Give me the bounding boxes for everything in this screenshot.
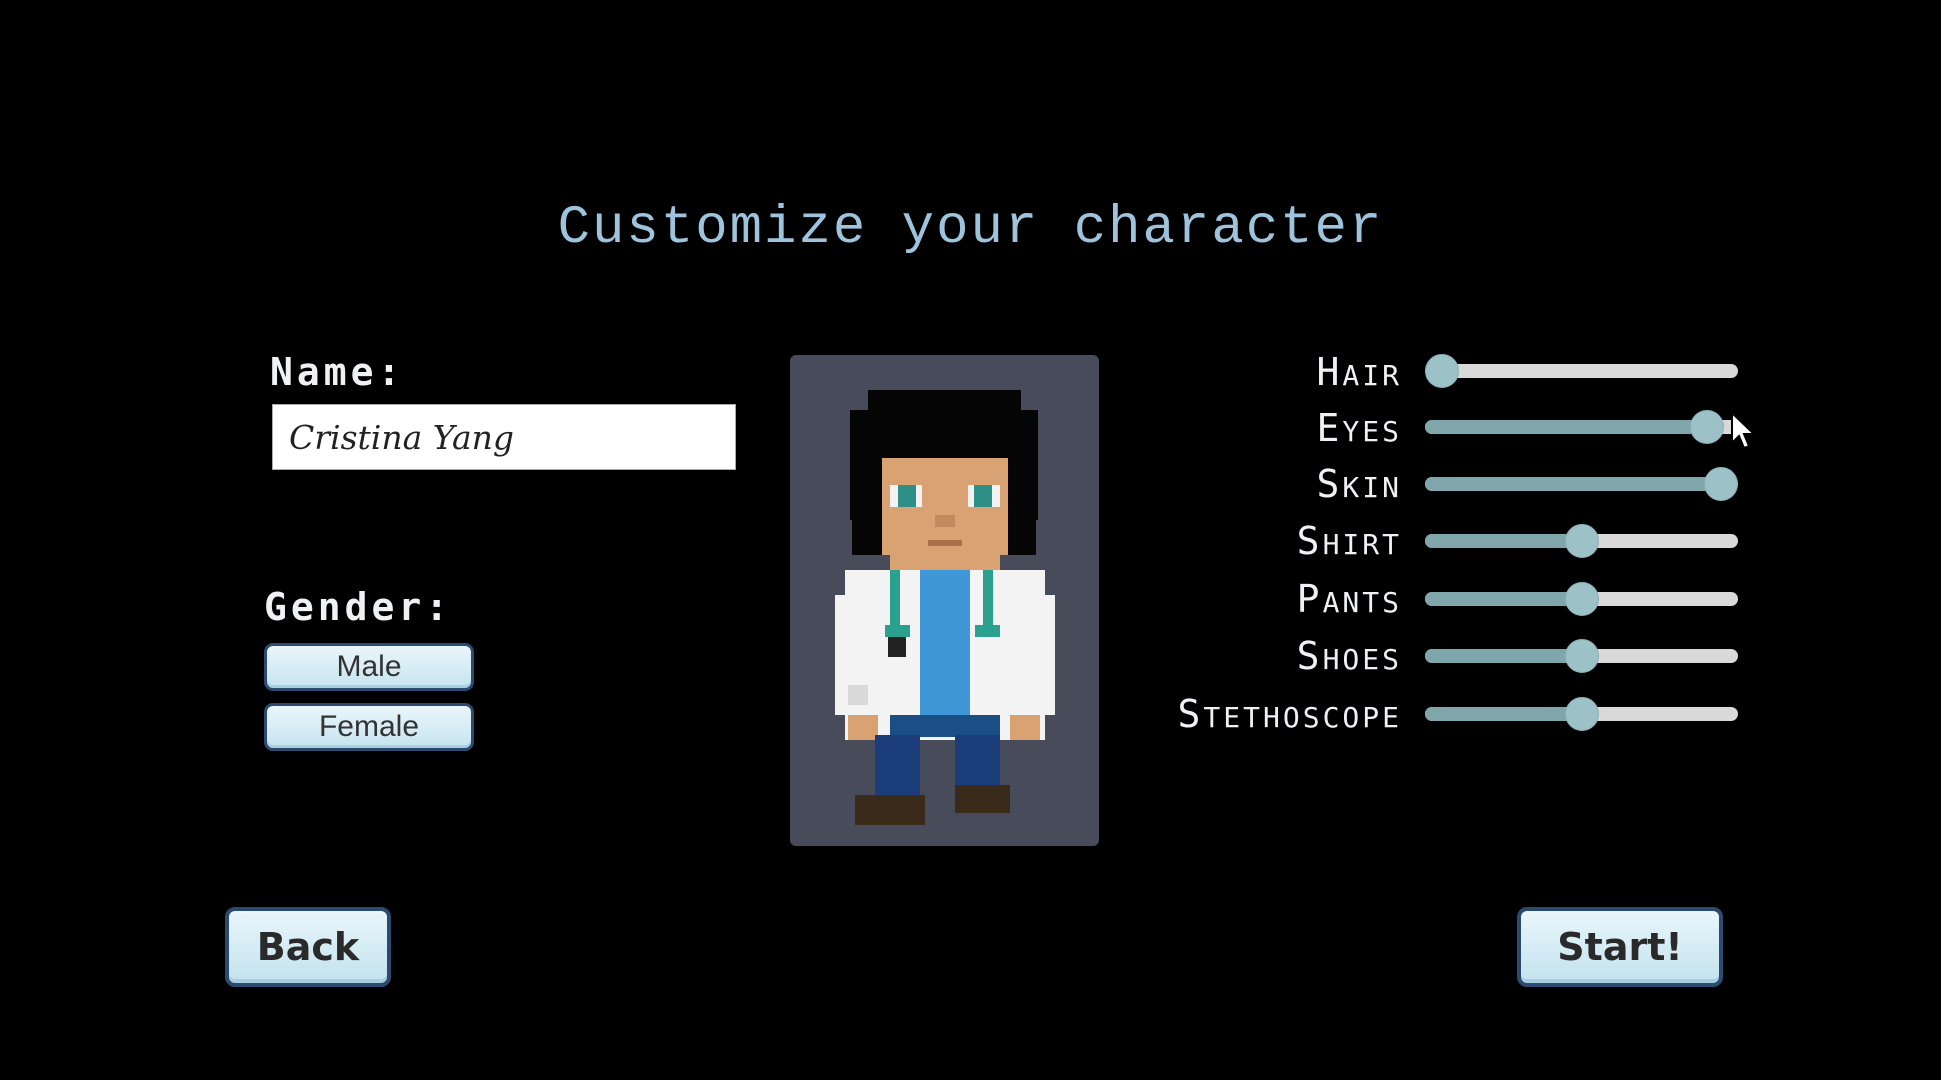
shoes-slider-fill	[1425, 649, 1582, 663]
doctor-sprite-icon	[835, 390, 1055, 825]
shirt-slider-fill	[1425, 534, 1582, 548]
eyes-slider-handle[interactable]	[1690, 410, 1725, 444]
stethoscope-slider[interactable]	[1425, 697, 1738, 731]
page-title: Customize your character	[557, 198, 1384, 259]
hair-slider-handle[interactable]	[1425, 354, 1459, 388]
pants-slider[interactable]	[1425, 582, 1738, 616]
stethoscope-slider-handle[interactable]	[1564, 697, 1599, 731]
stethoscope-slider-label: STETHOSCOPE	[1177, 692, 1402, 736]
shirt-slider-label: SHIRT	[1296, 519, 1402, 563]
skin-slider-fill	[1425, 477, 1721, 491]
shirt-slider-handle[interactable]	[1564, 524, 1599, 558]
shoes-slider[interactable]	[1425, 639, 1738, 673]
skin-slider-label: SKIN	[1316, 462, 1402, 506]
eyes-slider-label: EYES	[1316, 406, 1402, 450]
skin-slider[interactable]	[1425, 467, 1738, 501]
mouse-cursor-icon	[1731, 411, 1757, 450]
pants-slider-handle[interactable]	[1564, 582, 1599, 616]
name-input[interactable]	[272, 404, 736, 470]
shoes-slider-handle[interactable]	[1564, 639, 1599, 673]
start-button[interactable]: Start!	[1517, 907, 1723, 987]
shirt-slider[interactable]	[1425, 524, 1738, 558]
stethoscope-slider-fill	[1425, 707, 1582, 721]
pants-slider-fill	[1425, 592, 1582, 606]
male-button[interactable]: Male	[264, 643, 474, 691]
eyes-slider[interactable]	[1425, 410, 1738, 444]
character-preview	[790, 355, 1099, 846]
gender-label: Gender:	[264, 585, 453, 629]
back-button[interactable]: Back	[225, 907, 391, 987]
eyes-slider-fill	[1425, 420, 1708, 434]
female-button[interactable]: Female	[264, 703, 474, 751]
name-label: Name:	[270, 350, 405, 394]
skin-slider-handle[interactable]	[1704, 467, 1738, 501]
pants-slider-label: PANTS	[1296, 577, 1402, 621]
shoes-slider-label: SHOES	[1296, 634, 1402, 678]
hair-slider[interactable]	[1425, 354, 1738, 388]
hair-slider-label: HAIR	[1316, 350, 1402, 394]
